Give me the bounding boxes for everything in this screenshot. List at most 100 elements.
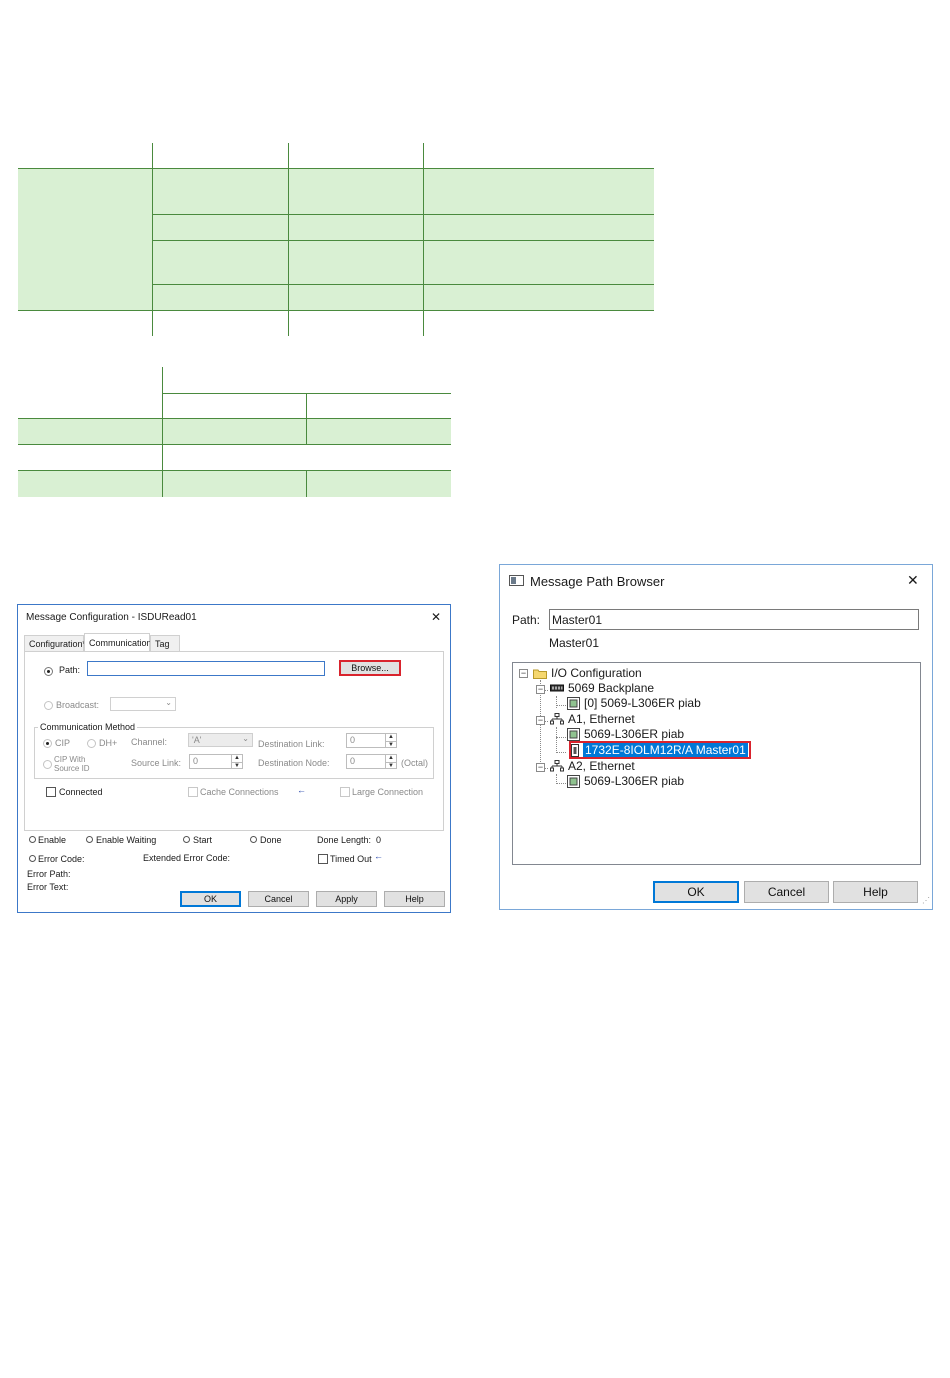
- destination-node-value: 0: [350, 756, 356, 766]
- source-link-stepper[interactable]: 0 ▲ ▼: [189, 754, 243, 769]
- ok-button[interactable]: OK: [180, 891, 241, 907]
- spin-down-icon[interactable]: ▼: [385, 740, 396, 747]
- done-length-label: Done Length:: [317, 835, 372, 845]
- cip-with-source-id-radio[interactable]: [43, 760, 52, 769]
- io-module-icon: [571, 743, 579, 757]
- help-button-label: Help: [863, 885, 888, 899]
- tree-item-backplane[interactable]: 5069 Backplane: [550, 681, 654, 695]
- done-length-value: 0: [376, 835, 382, 845]
- tree-item-label: I/O Configuration: [551, 666, 642, 680]
- tree-item-label: 5069 Backplane: [568, 681, 655, 695]
- collapse-icon[interactable]: −: [536, 763, 545, 772]
- table-row: [18, 471, 451, 497]
- channel-select[interactable]: 'A' ⌄: [188, 733, 253, 747]
- error-path-label: Error Path:: [27, 869, 71, 879]
- large-connection-checkbox[interactable]: [340, 787, 350, 797]
- enable-led-icon: [29, 836, 36, 843]
- tree-item-backplane-controller[interactable]: [0] 5069-L306ER piab: [567, 696, 701, 710]
- destination-link-label: Destination Link:: [258, 739, 325, 749]
- table-divider: [152, 143, 153, 336]
- extended-error-code-label: Extended Error Code:: [143, 853, 231, 863]
- done-label: Done: [260, 835, 282, 845]
- chevron-down-icon: ⌄: [242, 734, 249, 743]
- connected-label: Connected: [59, 787, 103, 797]
- timed-out-checkbox[interactable]: [318, 854, 328, 864]
- destination-link-stepper[interactable]: 0 ▲ ▼: [346, 733, 397, 748]
- browse-button[interactable]: Browse...: [339, 660, 401, 676]
- spin-down-icon[interactable]: ▼: [231, 761, 242, 768]
- close-icon[interactable]: ✕: [907, 572, 919, 589]
- cancel-button[interactable]: Cancel: [248, 891, 309, 907]
- help-button[interactable]: Help: [833, 881, 918, 903]
- table-divider: [18, 418, 451, 419]
- communication-method-label: Communication Method: [38, 722, 138, 732]
- enable-waiting-led-icon: [86, 836, 93, 843]
- tree-item-label: 5069-L306ER piab: [584, 727, 685, 741]
- table-divider: [288, 143, 289, 336]
- collapse-icon[interactable]: −: [536, 685, 545, 694]
- error-code-led-icon: [29, 855, 36, 862]
- tab-communication[interactable]: Communication: [84, 633, 152, 652]
- tab-tag[interactable]: Tag: [150, 635, 180, 651]
- apply-button-label: Apply: [335, 894, 358, 904]
- controller-module-icon: [567, 696, 580, 710]
- enable-waiting-label: Enable Waiting: [96, 835, 157, 845]
- source-link-label: Source Link:: [131, 758, 182, 768]
- path-display: Master01: [549, 636, 600, 650]
- controller-module-icon: [567, 774, 580, 788]
- path-label: Path:: [512, 613, 541, 627]
- start-label: Start: [193, 835, 213, 845]
- tab-label: Tag: [155, 639, 170, 649]
- help-button[interactable]: Help: [384, 891, 445, 907]
- table-divider: [18, 444, 451, 445]
- octal-label: (Octal): [401, 758, 428, 768]
- ok-button[interactable]: OK: [653, 881, 739, 903]
- backplane-icon: [550, 684, 564, 692]
- error-text-label: Error Text:: [27, 882, 69, 892]
- tree-item-io-link-master[interactable]: 1732E-8IOLM12R/A Master01: [569, 741, 751, 759]
- path-input[interactable]: [87, 661, 325, 676]
- connected-checkbox[interactable]: [46, 787, 56, 797]
- table-divider: [18, 168, 654, 169]
- path-input[interactable]: Master01: [549, 609, 919, 630]
- folder-icon: [533, 669, 547, 679]
- controller-module-icon: [567, 727, 580, 741]
- tab-label: Communication: [89, 638, 152, 648]
- resize-grip-icon[interactable]: ⋰: [922, 897, 930, 905]
- tab-configuration[interactable]: Configuration*: [24, 635, 86, 651]
- help-button-label: Help: [405, 894, 424, 904]
- apply-button[interactable]: Apply: [316, 891, 377, 907]
- tree-item-a2-ethernet[interactable]: A2, Ethernet: [550, 759, 635, 773]
- dialog-title: Message Path Browser: [530, 574, 665, 589]
- enable-label: Enable: [38, 835, 67, 845]
- close-icon[interactable]: ✕: [431, 610, 441, 624]
- destination-link-value: 0: [350, 735, 356, 745]
- tree-item-label: A1, Ethernet: [568, 712, 635, 726]
- tree-item-io-configuration[interactable]: I/O Configuration: [533, 666, 642, 680]
- table-divider: [18, 310, 654, 311]
- table-divider: [152, 284, 654, 285]
- collapse-icon[interactable]: −: [536, 716, 545, 725]
- tree-item-a2-controller[interactable]: 5069-L306ER piab: [567, 774, 684, 788]
- broadcast-label: Broadcast:: [56, 700, 100, 710]
- dhplus-radio[interactable]: [87, 739, 96, 748]
- path-radio[interactable]: [44, 667, 53, 676]
- broadcast-radio[interactable]: [44, 701, 53, 710]
- tree-item-label: 1732E-8IOLM12R/A Master01: [583, 743, 748, 757]
- destination-node-label: Destination Node:: [258, 758, 330, 768]
- cache-connections-checkbox[interactable]: [188, 787, 198, 797]
- cip-label: CIP: [55, 738, 71, 748]
- done-led-icon: [250, 836, 257, 843]
- spin-down-icon[interactable]: ▼: [385, 761, 396, 768]
- table-divider: [152, 240, 654, 241]
- message-configuration-dialog: Message Configuration - ISDURead01 ✕ Con…: [17, 604, 451, 913]
- broadcast-select[interactable]: ⌄: [110, 697, 176, 711]
- destination-node-stepper[interactable]: 0 ▲ ▼: [346, 754, 397, 769]
- cancel-button[interactable]: Cancel: [744, 881, 829, 903]
- tree-item-a1-ethernet[interactable]: A1, Ethernet: [550, 712, 635, 726]
- dialog-title: Message Configuration - ISDURead01: [26, 612, 197, 623]
- browse-button-label: Browse...: [351, 663, 389, 673]
- collapse-icon[interactable]: −: [519, 669, 528, 678]
- tree-item-a1-controller[interactable]: 5069-L306ER piab: [567, 727, 684, 741]
- cip-radio[interactable]: [43, 739, 52, 748]
